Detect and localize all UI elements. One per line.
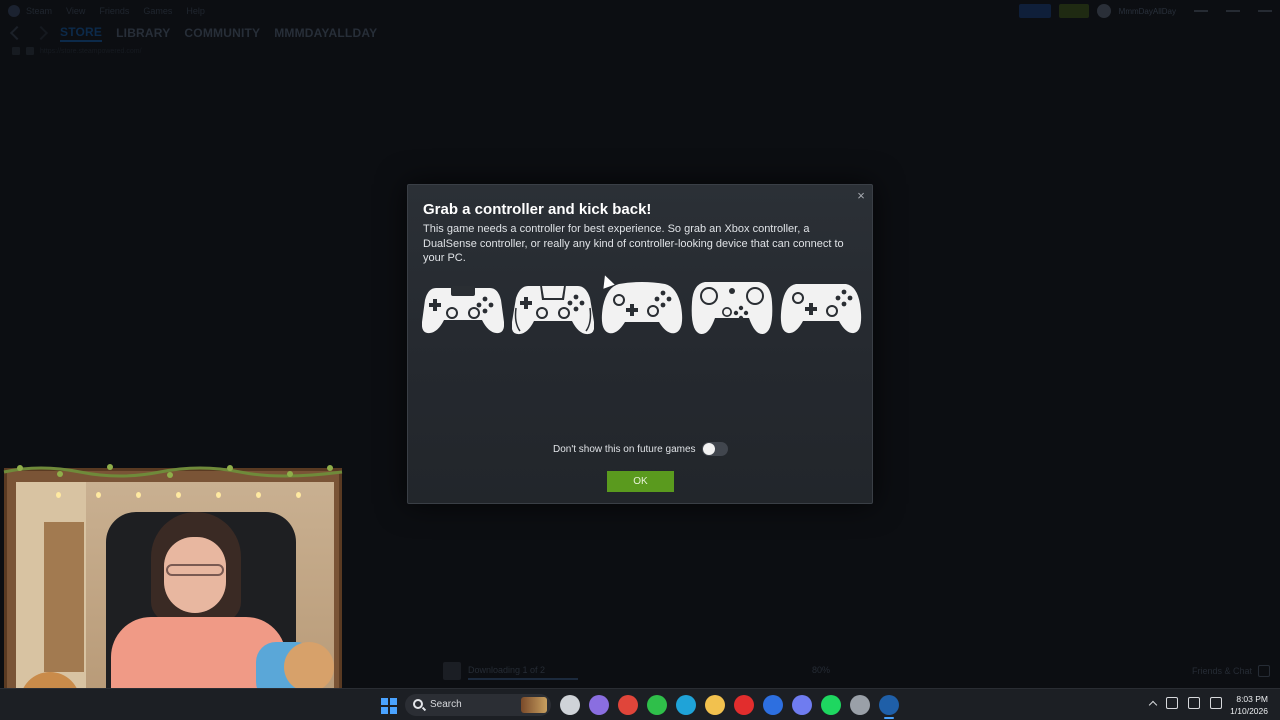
forward-arrow-icon[interactable] xyxy=(33,25,49,41)
steam-icon[interactable] xyxy=(879,695,899,719)
back-arrow-icon[interactable] xyxy=(9,25,25,41)
windows-start-icon[interactable] xyxy=(381,698,397,714)
xbox-app-icon[interactable] xyxy=(647,695,667,715)
maximize-icon[interactable] xyxy=(1226,10,1240,12)
copilot-icon[interactable] xyxy=(589,695,609,715)
reload-icon[interactable] xyxy=(12,47,20,55)
taskbar-search[interactable]: Search xyxy=(405,694,551,716)
url-text[interactable]: https://store.steampowered.com/ xyxy=(40,48,142,55)
download-status[interactable]: Downloading 1 of 2 xyxy=(468,665,545,675)
obs-icon[interactable] xyxy=(850,695,870,715)
webcam-feed xyxy=(16,482,334,702)
download-percent: 80% xyxy=(812,665,831,675)
account-name[interactable]: MmmDayAllDay xyxy=(1119,7,1176,16)
clock-date: 1/10/2026 xyxy=(1230,706,1268,716)
steam-controller-icon xyxy=(691,282,772,335)
system-tray xyxy=(1148,697,1222,710)
dualsense-controller-icon xyxy=(511,285,594,335)
dont-show-toggle[interactable] xyxy=(701,442,728,456)
spotify-icon[interactable] xyxy=(821,695,841,715)
vines-decoration-icon xyxy=(3,464,343,478)
search-label: Search xyxy=(430,699,462,710)
ok-button[interactable]: OK xyxy=(607,471,674,492)
taskbar-apps xyxy=(560,695,899,719)
facebook-icon[interactable] xyxy=(763,695,783,715)
toggle-knob xyxy=(702,443,715,455)
clock-time: 8:03 PM xyxy=(1236,694,1268,704)
menu-games[interactable]: Games xyxy=(143,6,172,16)
xbox-controller-icon xyxy=(601,282,683,334)
dont-show-label: Don't show this on future games xyxy=(553,443,696,455)
microphone-icon[interactable] xyxy=(1166,697,1178,709)
notifications-button[interactable] xyxy=(1058,4,1089,18)
search-icon xyxy=(413,699,423,709)
close-window-icon[interactable] xyxy=(1258,10,1272,12)
steam-navbar: STORE LIBRARY COMMUNITY MMMDAYALLDAY xyxy=(0,22,1280,44)
menu-steam[interactable]: Steam xyxy=(26,6,52,16)
bear-sticker-icon xyxy=(284,642,334,692)
friends-chat-icon[interactable] xyxy=(1258,665,1270,677)
playstation-4-controller-icon xyxy=(422,286,504,334)
file-explorer-task-view-icon[interactable] xyxy=(560,695,580,715)
titlebar-right: MmmDayAllDay xyxy=(1018,4,1272,18)
discord-icon[interactable] xyxy=(792,695,812,715)
tab-community[interactable]: COMMUNITY xyxy=(184,26,260,40)
volume-icon[interactable] xyxy=(1210,697,1222,709)
switch-pro-controller-icon xyxy=(780,284,862,334)
lock-icon xyxy=(26,47,34,55)
menu-view[interactable]: View xyxy=(66,6,85,16)
dialog-body: This game needs a controller for best ex… xyxy=(423,223,844,264)
dont-show-row: Don't show this on future games xyxy=(553,442,728,456)
file-folder-icon[interactable] xyxy=(705,695,725,715)
tab-profile[interactable]: MMMDAYALLDAY xyxy=(274,26,377,40)
search-highlight-image xyxy=(521,697,547,713)
close-icon[interactable]: × xyxy=(854,189,868,203)
minimize-icon[interactable] xyxy=(1194,10,1208,12)
tab-library[interactable]: LIBRARY xyxy=(116,26,170,40)
avatar[interactable] xyxy=(1096,4,1111,18)
menu-help[interactable]: Help xyxy=(186,6,205,16)
friends-chat-button[interactable]: Friends & Chat xyxy=(1192,666,1252,676)
webcam-overlay xyxy=(0,462,346,716)
windows-taskbar: Search 8:03 PM 1/10/2026 xyxy=(0,688,1280,720)
url-bar: https://store.steampowered.com/ xyxy=(12,46,142,56)
dialog-title: Grab a controller and kick back! xyxy=(423,201,652,218)
taskbar-clock[interactable]: 8:03 PM 1/10/2026 xyxy=(1226,693,1268,717)
broadcast-button[interactable] xyxy=(1018,4,1051,18)
menu-friends[interactable]: Friends xyxy=(99,6,129,16)
controller-icons xyxy=(422,278,862,338)
controller-dialog: × Grab a controller and kick back! This … xyxy=(407,184,873,504)
chrome-icon[interactable] xyxy=(618,695,638,715)
tab-store[interactable]: STORE xyxy=(60,25,103,42)
edge-icon[interactable] xyxy=(676,695,696,715)
youtube-icon[interactable] xyxy=(734,695,754,715)
download-thumbnail[interactable] xyxy=(443,662,461,680)
network-icon[interactable] xyxy=(1188,697,1200,709)
chevron-up-icon[interactable] xyxy=(1148,700,1158,710)
steam-logo-icon xyxy=(8,5,20,17)
download-progress-bar xyxy=(468,678,578,680)
